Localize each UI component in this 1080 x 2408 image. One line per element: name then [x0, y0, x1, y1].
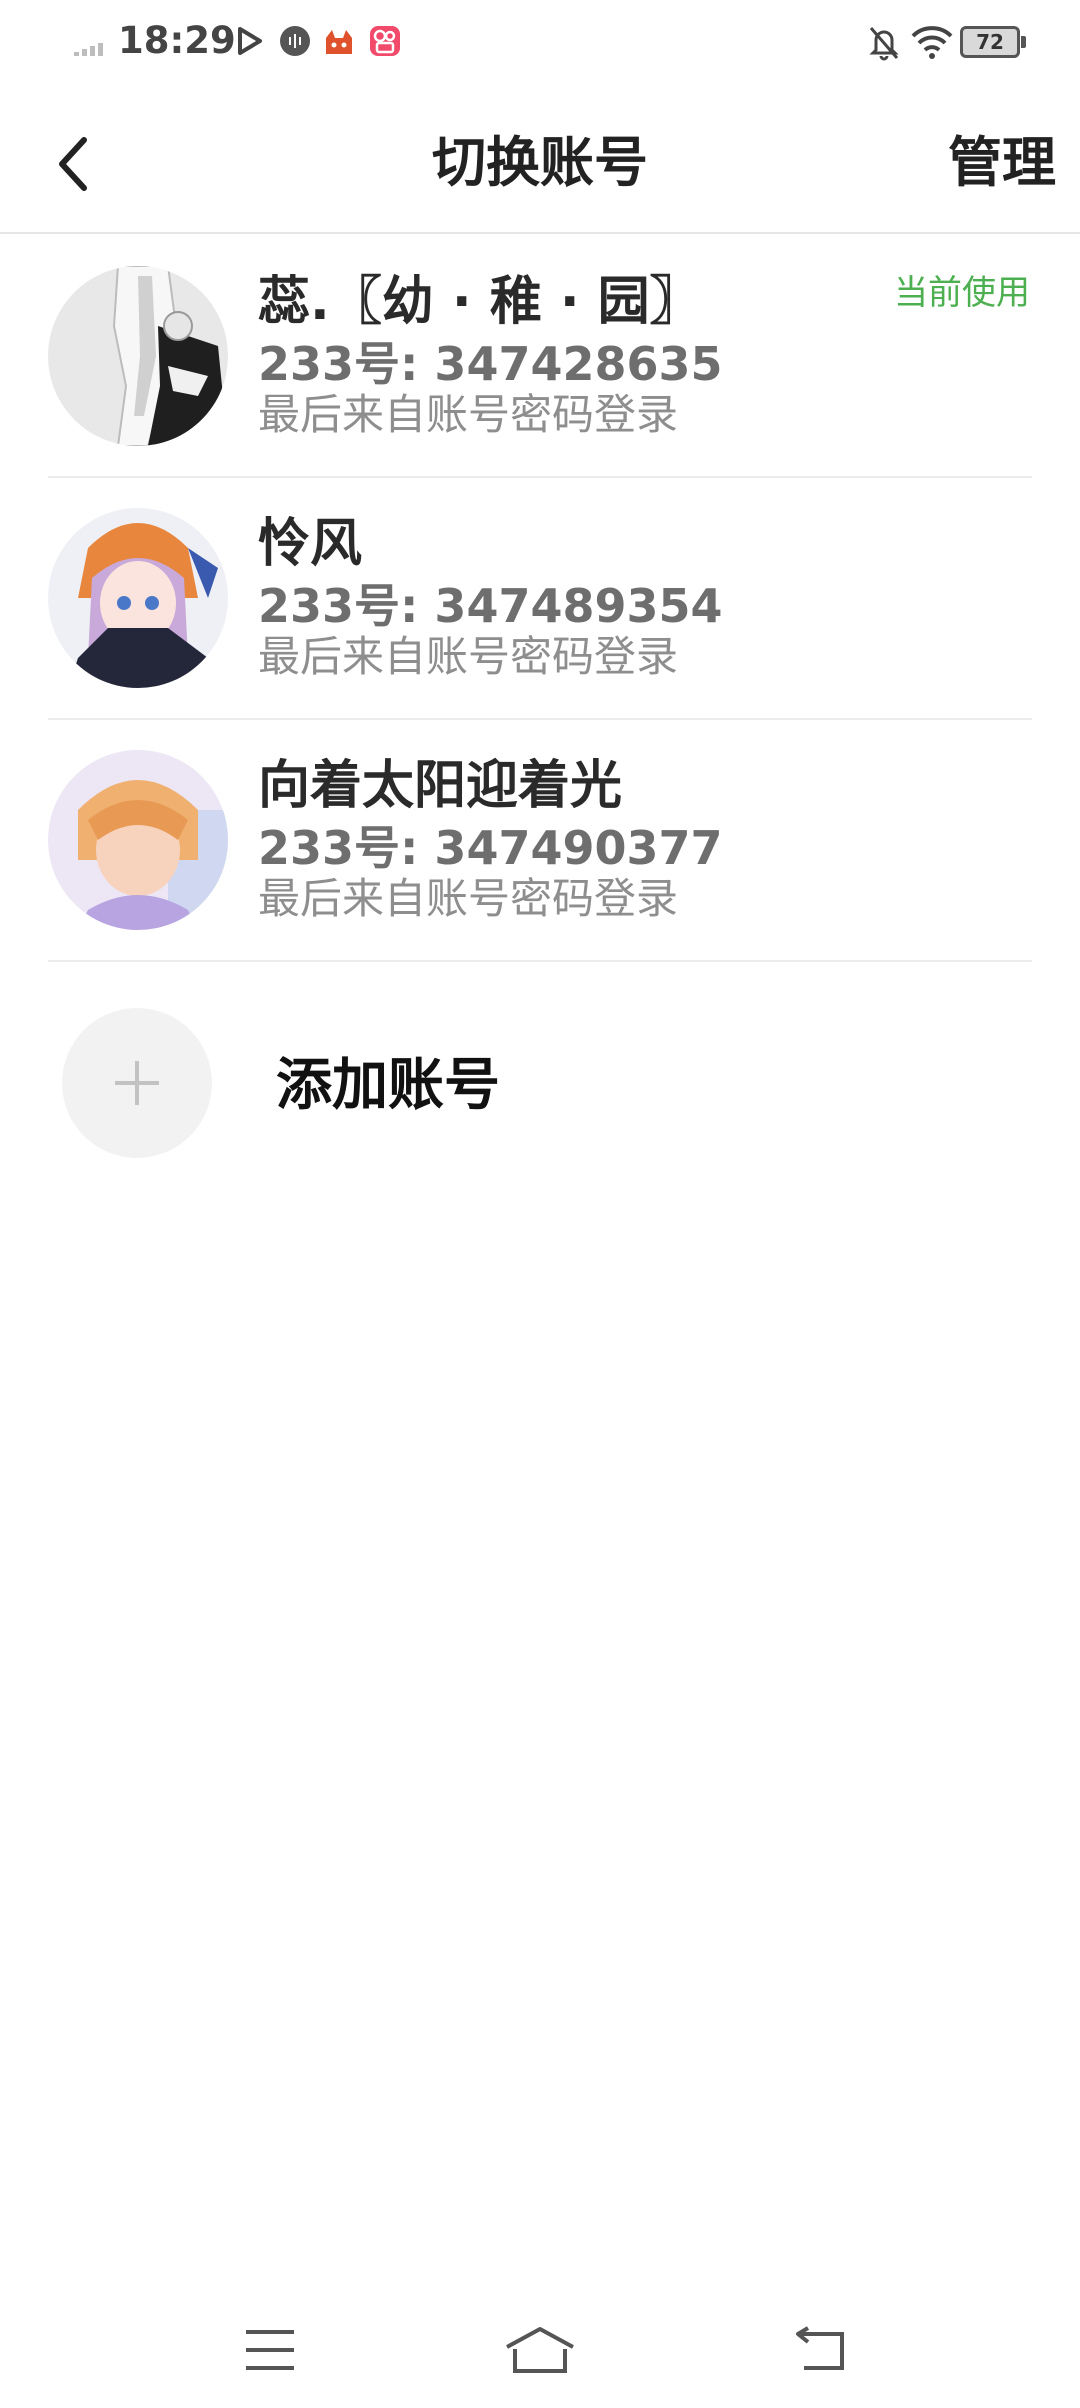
account-list: 蕊.〖幼 · 稚 · 园〗 233号: 347428635 最后来自账号密码登录… [0, 236, 1080, 962]
add-account-circle [62, 1008, 212, 1158]
voice-icon [280, 26, 310, 56]
page-title: 切换账号 [432, 131, 648, 194]
silent-bell-icon [869, 27, 899, 61]
account-login-method: 最后来自账号密码登录 [258, 874, 679, 923]
account-id: 233号: 347428635 [258, 337, 723, 391]
back-icon [796, 2326, 844, 2370]
plus-icon [115, 1061, 159, 1105]
title-bar: 切换账号 管理 [0, 86, 1080, 234]
account-name: 向着太阳迎着光 [258, 756, 623, 816]
current-account-badge: 当前使用 [894, 273, 1030, 313]
account-name: 蕊.〖幼 · 稚 · 园〗 [258, 272, 702, 332]
menu-button[interactable] [210, 2310, 330, 2390]
play-icon [238, 27, 262, 55]
system-back-button[interactable] [762, 2310, 882, 2390]
account-id: 233号: 347490377 [258, 821, 723, 875]
manage-button[interactable]: 管理 [948, 126, 1056, 200]
account-login-method: 最后来自账号密码登录 [258, 390, 679, 439]
system-nav-bar [0, 2300, 1080, 2408]
home-button[interactable] [480, 2310, 600, 2390]
account-login-method: 最后来自账号密码登录 [258, 632, 679, 681]
status-time: 18:29 [118, 19, 236, 62]
divider [48, 960, 1032, 962]
status-bar: 18:29 72 [0, 0, 1080, 86]
account-item[interactable]: 蕊.〖幼 · 稚 · 园〗 233号: 347428635 最后来自账号密码登录… [0, 236, 1080, 478]
account-item[interactable]: 怜风 233号: 347489354 最后来自账号密码登录 [0, 478, 1080, 720]
account-item[interactable]: 向着太阳迎着光 233号: 347490377 最后来自账号密码登录 [0, 720, 1080, 962]
avatar [48, 508, 228, 688]
avatar [48, 266, 228, 446]
battery-icon: 72 [960, 26, 1026, 58]
add-account-button[interactable]: 添加账号 [0, 992, 1080, 1172]
menu-icon [246, 2330, 294, 2370]
account-name: 怜风 [258, 514, 363, 574]
wifi-icon [911, 26, 953, 59]
kuaishou-app-icon [370, 26, 400, 56]
home-icon [506, 2327, 574, 2373]
fox-app-icon [326, 30, 352, 54]
add-account-label: 添加账号 [276, 1053, 500, 1118]
avatar [48, 750, 228, 930]
battery-level: 72 [976, 30, 1004, 54]
account-id: 233号: 347489354 [258, 579, 723, 633]
signal-icon [74, 43, 103, 56]
